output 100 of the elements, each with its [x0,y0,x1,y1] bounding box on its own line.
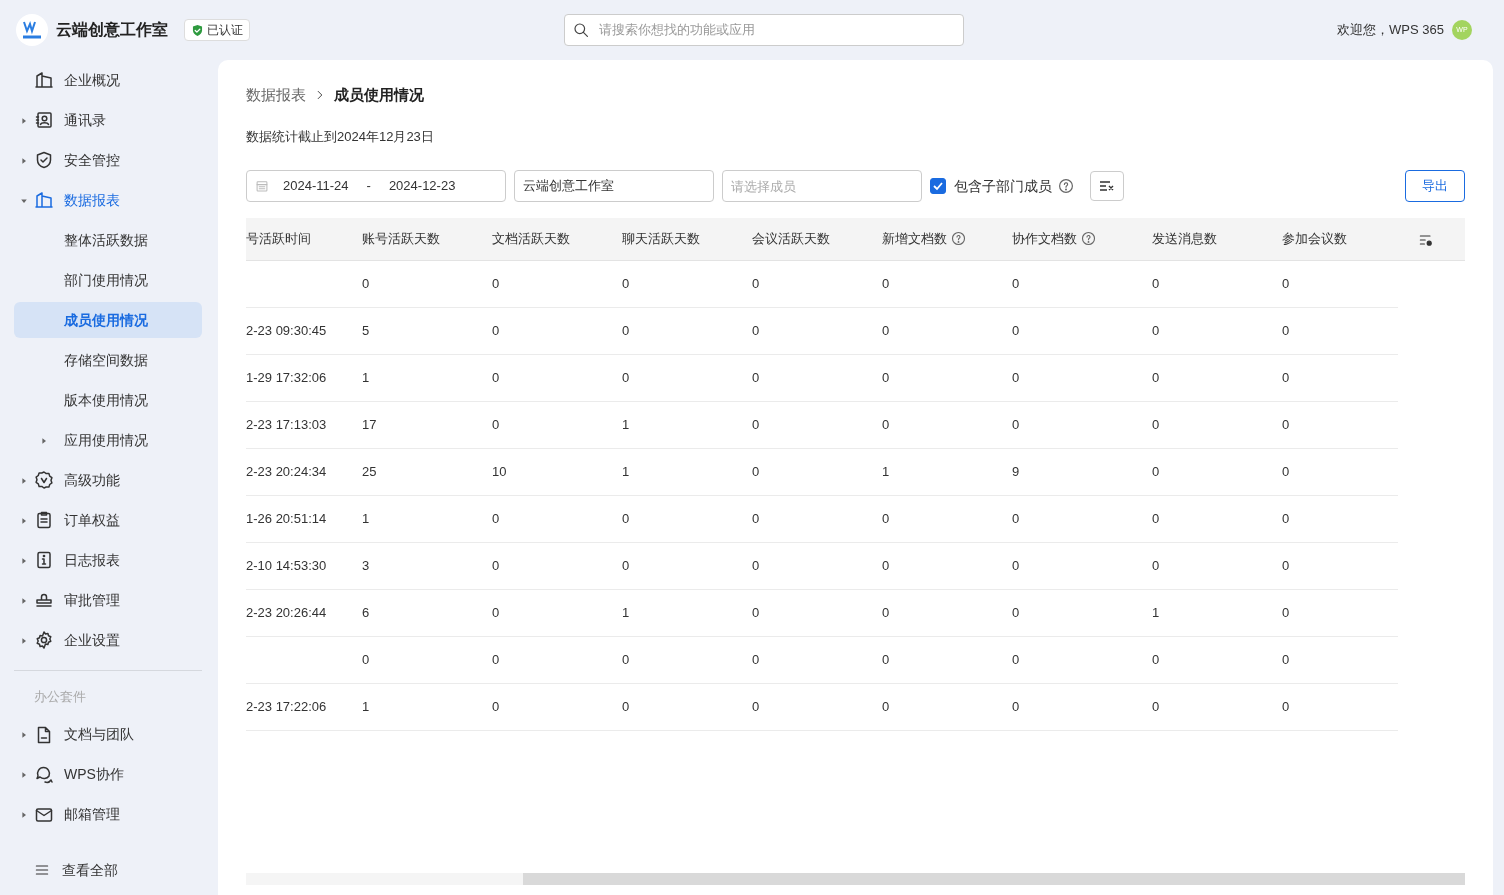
caret-icon [20,771,28,780]
organization-name: 云端创意工作室 [56,20,168,40]
shield-check-icon [34,150,54,170]
table-cell: 25 [362,463,377,479]
sidebar-item[interactable]: 数据报表 [0,180,218,220]
caret-icon [20,156,28,165]
table-cell: 0 [1282,275,1290,291]
sidebar-item[interactable]: 通讯录 [0,100,218,140]
sidebar-subitem[interactable]: 部门使用情况 [14,260,202,300]
export-button[interactable]: 导出 [1405,170,1465,202]
table-cell: 0 [752,275,760,291]
column-header: 新增文档数 [882,230,947,248]
table-cell: 0 [1282,604,1290,620]
table-cell: 1 [622,463,630,479]
sidebar-subitem[interactable]: 成员使用情况 [14,302,202,338]
column-header: 会议活跃天数 [752,230,830,248]
caret-icon [40,436,48,445]
table-cell: 0 [622,369,630,385]
column-header: 账号活跃天数 [362,230,440,248]
help-icon [1058,178,1074,194]
checkbox[interactable] [930,178,946,194]
table-cell: 0 [622,510,630,526]
sidebar-subitem[interactable]: 存储空间数据 [14,340,202,380]
sidebar-item[interactable]: 审批管理 [0,580,218,620]
table-cell: 10 [492,463,507,479]
table-cell: 0 [752,369,760,385]
table-cell: 0 [1282,369,1290,385]
table-cell: 2-23 09:30:45 [246,322,327,338]
table-cell: 0 [1282,416,1290,432]
column-header: 号活跃时间 [246,230,311,248]
table-cell: 0 [1012,322,1020,338]
view-all-link[interactable]: 查看全部 [0,845,218,895]
caret-icon [20,516,28,525]
sidebar-item[interactable]: 日志报表 [0,540,218,580]
verified-badge: 已认证 [184,19,250,41]
table-cell: 0 [1152,416,1160,432]
table-cell: 0 [1282,510,1290,526]
table-cell: 0 [752,557,760,573]
page-title: 成员使用情况 [334,85,424,105]
member-select[interactable]: 请选择成员 [722,170,922,202]
breadcrumb-link[interactable]: 数据报表 [246,84,306,107]
menu-icon [34,862,50,878]
contact-card-icon [34,110,54,130]
sidebar-item[interactable]: 订单权益 [0,500,218,540]
department-select[interactable]: 云端创意工作室 [514,170,714,202]
table-cell: 1 [622,604,630,620]
checkbox-label: 包含子部门成员 [954,176,1052,196]
sidebar-subitem[interactable]: 版本使用情况 [14,380,202,420]
table-cell: 2-23 20:24:34 [246,463,327,479]
table-cell: 0 [622,698,630,714]
table-cell: 0 [882,651,890,667]
table-cell: 0 [492,557,500,573]
table-cell: 17 [362,416,377,432]
table-cell: 9 [1012,463,1020,479]
caret-icon [20,476,28,485]
table-cell: 0 [1012,275,1020,291]
table-cell: 0 [1152,275,1160,291]
table-cell: 0 [1012,698,1020,714]
column-header: 参加会议数 [1282,230,1347,248]
chat-bubbles-icon [34,764,54,785]
table-cell: 1-29 17:32:06 [246,369,327,385]
sidebar-item[interactable]: 文档与团队 [0,714,218,755]
table-cell: 0 [1152,510,1160,526]
welcome-text: 欢迎您，WPS 365 [1337,21,1444,40]
horizontal-scrollbar[interactable] [246,873,1465,885]
table-cell: 1 [362,698,370,714]
caret-icon [20,116,28,125]
table-cell: 2-23 17:13:03 [246,416,327,432]
sidebar-item[interactable]: WPS协作 [0,754,218,795]
caret-icon [20,596,28,605]
sidebar-item[interactable]: 高级功能 [0,460,218,500]
column-header: 聊天活跃天数 [622,230,700,248]
sidebar-item[interactable]: 邮箱管理 [0,794,218,835]
calendar-icon [255,179,269,193]
column-header: 文档活跃天数 [492,230,570,248]
table-cell: 0 [752,651,760,667]
search-icon [572,22,589,38]
sidebar-item[interactable]: 企业设置 [0,620,218,660]
caret-icon [20,636,28,645]
sidebar-subitem[interactable]: 应用使用情况 [14,420,202,460]
building-icon [34,190,54,210]
table-cell: 0 [492,604,500,620]
clear-filter-button[interactable] [1090,171,1124,201]
sidebar-subitem[interactable]: 整体活跃数据 [14,220,202,260]
table-cell: 0 [1012,557,1020,573]
search-field[interactable]: 请搜索你想找的功能或应用 [596,19,955,41]
date-range-field[interactable]: 2024-11-24 - 2024-12-23 [246,170,506,202]
stats-note: 数据统计截止到2024年12月23日 [246,127,435,146]
table-cell: 1 [1152,604,1160,620]
table-cell: 0 [1152,322,1160,338]
table-cell: 5 [362,322,370,338]
search-bar[interactable]: 请搜索你想找的功能或应用 [563,14,964,46]
sidebar-item[interactable]: 企业概况 [0,60,218,100]
table-cell: 0 [622,651,630,667]
table-cell: 6 [362,604,370,620]
table-cell: 0 [492,698,500,714]
table-cell: 0 [492,651,500,667]
group-label: 办公套件 [33,688,87,706]
table-cell: 0 [1152,369,1160,385]
sidebar-item[interactable]: 安全管控 [0,140,218,180]
